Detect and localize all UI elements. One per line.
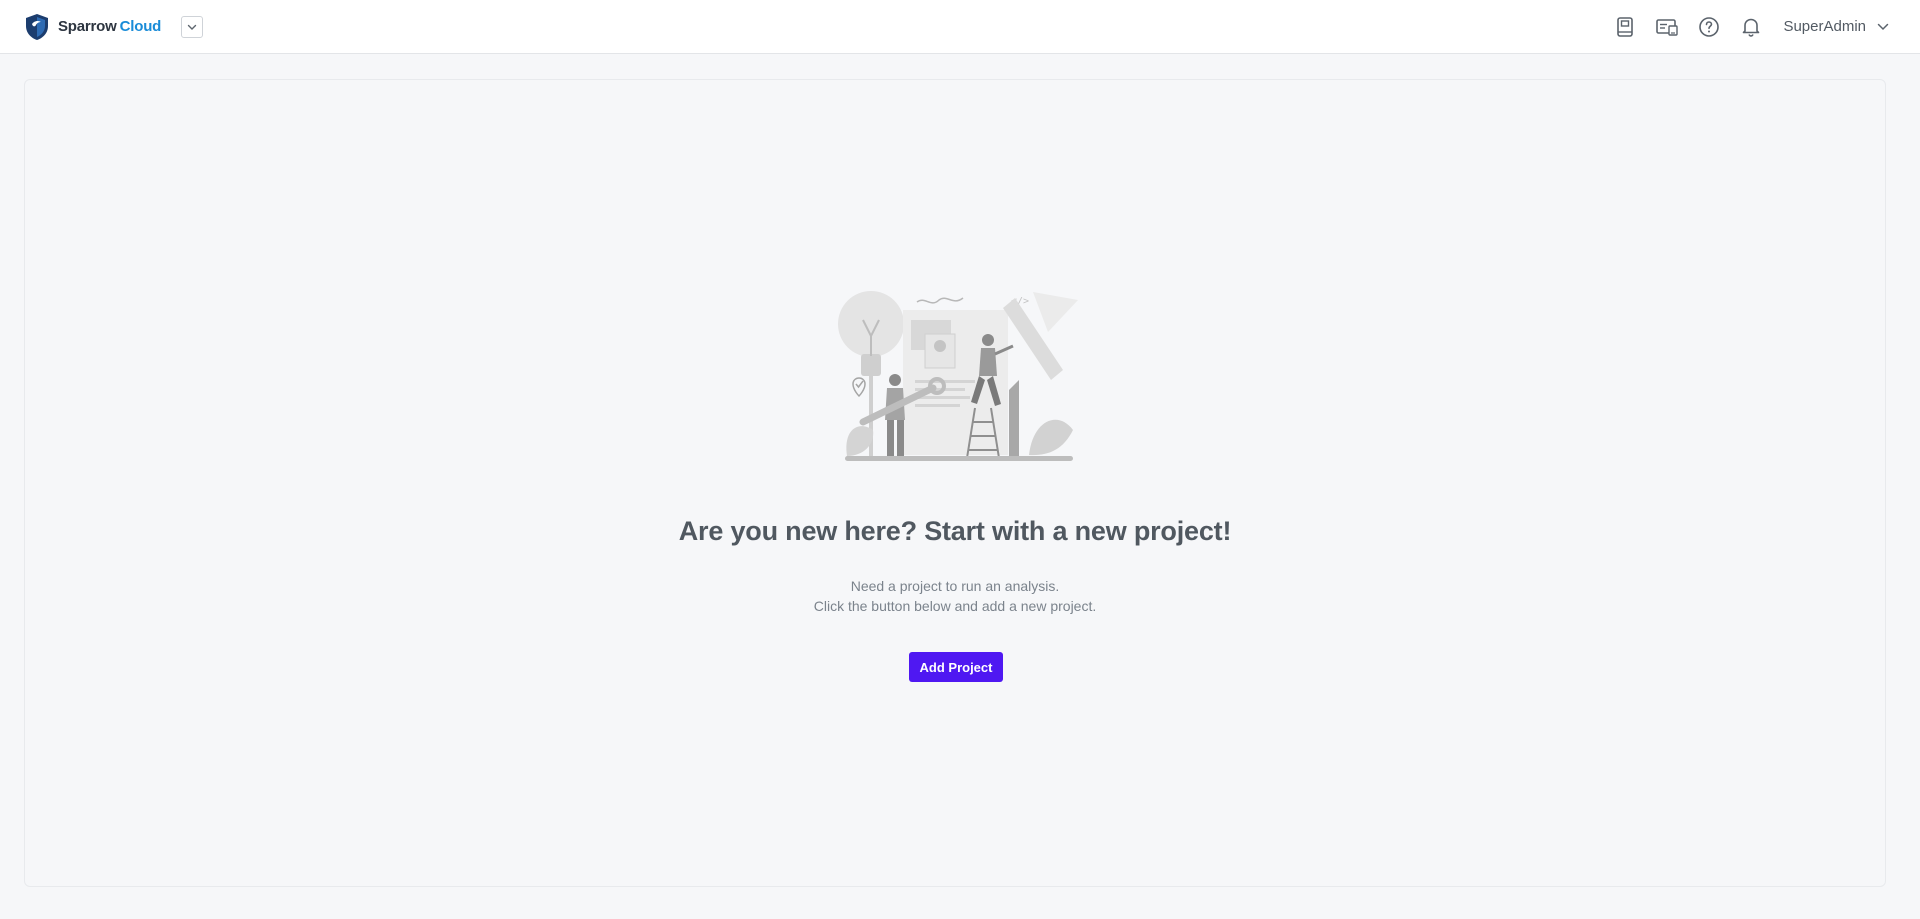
sparrow-shield-logo-icon[interactable] bbox=[24, 13, 50, 41]
brand-word-cloud: Cloud bbox=[119, 18, 162, 35]
empty-state-title: Are you new here? Start with a new proje… bbox=[678, 516, 1232, 546]
top-bar: Sparrow Cloud SuperAdmin bbox=[0, 0, 1920, 54]
chevron-down-icon bbox=[1877, 23, 1889, 30]
help-icon[interactable] bbox=[1697, 15, 1721, 39]
brand-name[interactable]: Sparrow Cloud bbox=[58, 18, 161, 35]
add-project-button[interactable]: Add Project bbox=[909, 652, 1003, 682]
user-menu[interactable]: SuperAdmin bbox=[1783, 18, 1890, 35]
brand: Sparrow Cloud bbox=[24, 13, 204, 41]
brand-word-sparrow: Sparrow bbox=[58, 18, 117, 35]
empty-state: </> Are you new here? Start with a new p… bbox=[25, 80, 1885, 886]
empty-state-description-line1: Need a project to run an analysis. bbox=[850, 578, 1060, 594]
ticket-icon[interactable] bbox=[1655, 15, 1679, 39]
book-icon[interactable] bbox=[1613, 15, 1637, 39]
people-building-project-illustration: </> bbox=[838, 291, 1078, 461]
product-switch-button[interactable] bbox=[181, 15, 204, 38]
empty-state-description-line2: Click the button below and add a new pro… bbox=[813, 598, 1097, 614]
header-actions: SuperAdmin bbox=[1613, 15, 1896, 39]
main-panel: </> Are you new here? Start with a new p… bbox=[24, 79, 1886, 887]
chevron-down-icon bbox=[187, 24, 197, 30]
user-name: SuperAdmin bbox=[1783, 18, 1866, 35]
bell-icon[interactable] bbox=[1739, 15, 1763, 39]
